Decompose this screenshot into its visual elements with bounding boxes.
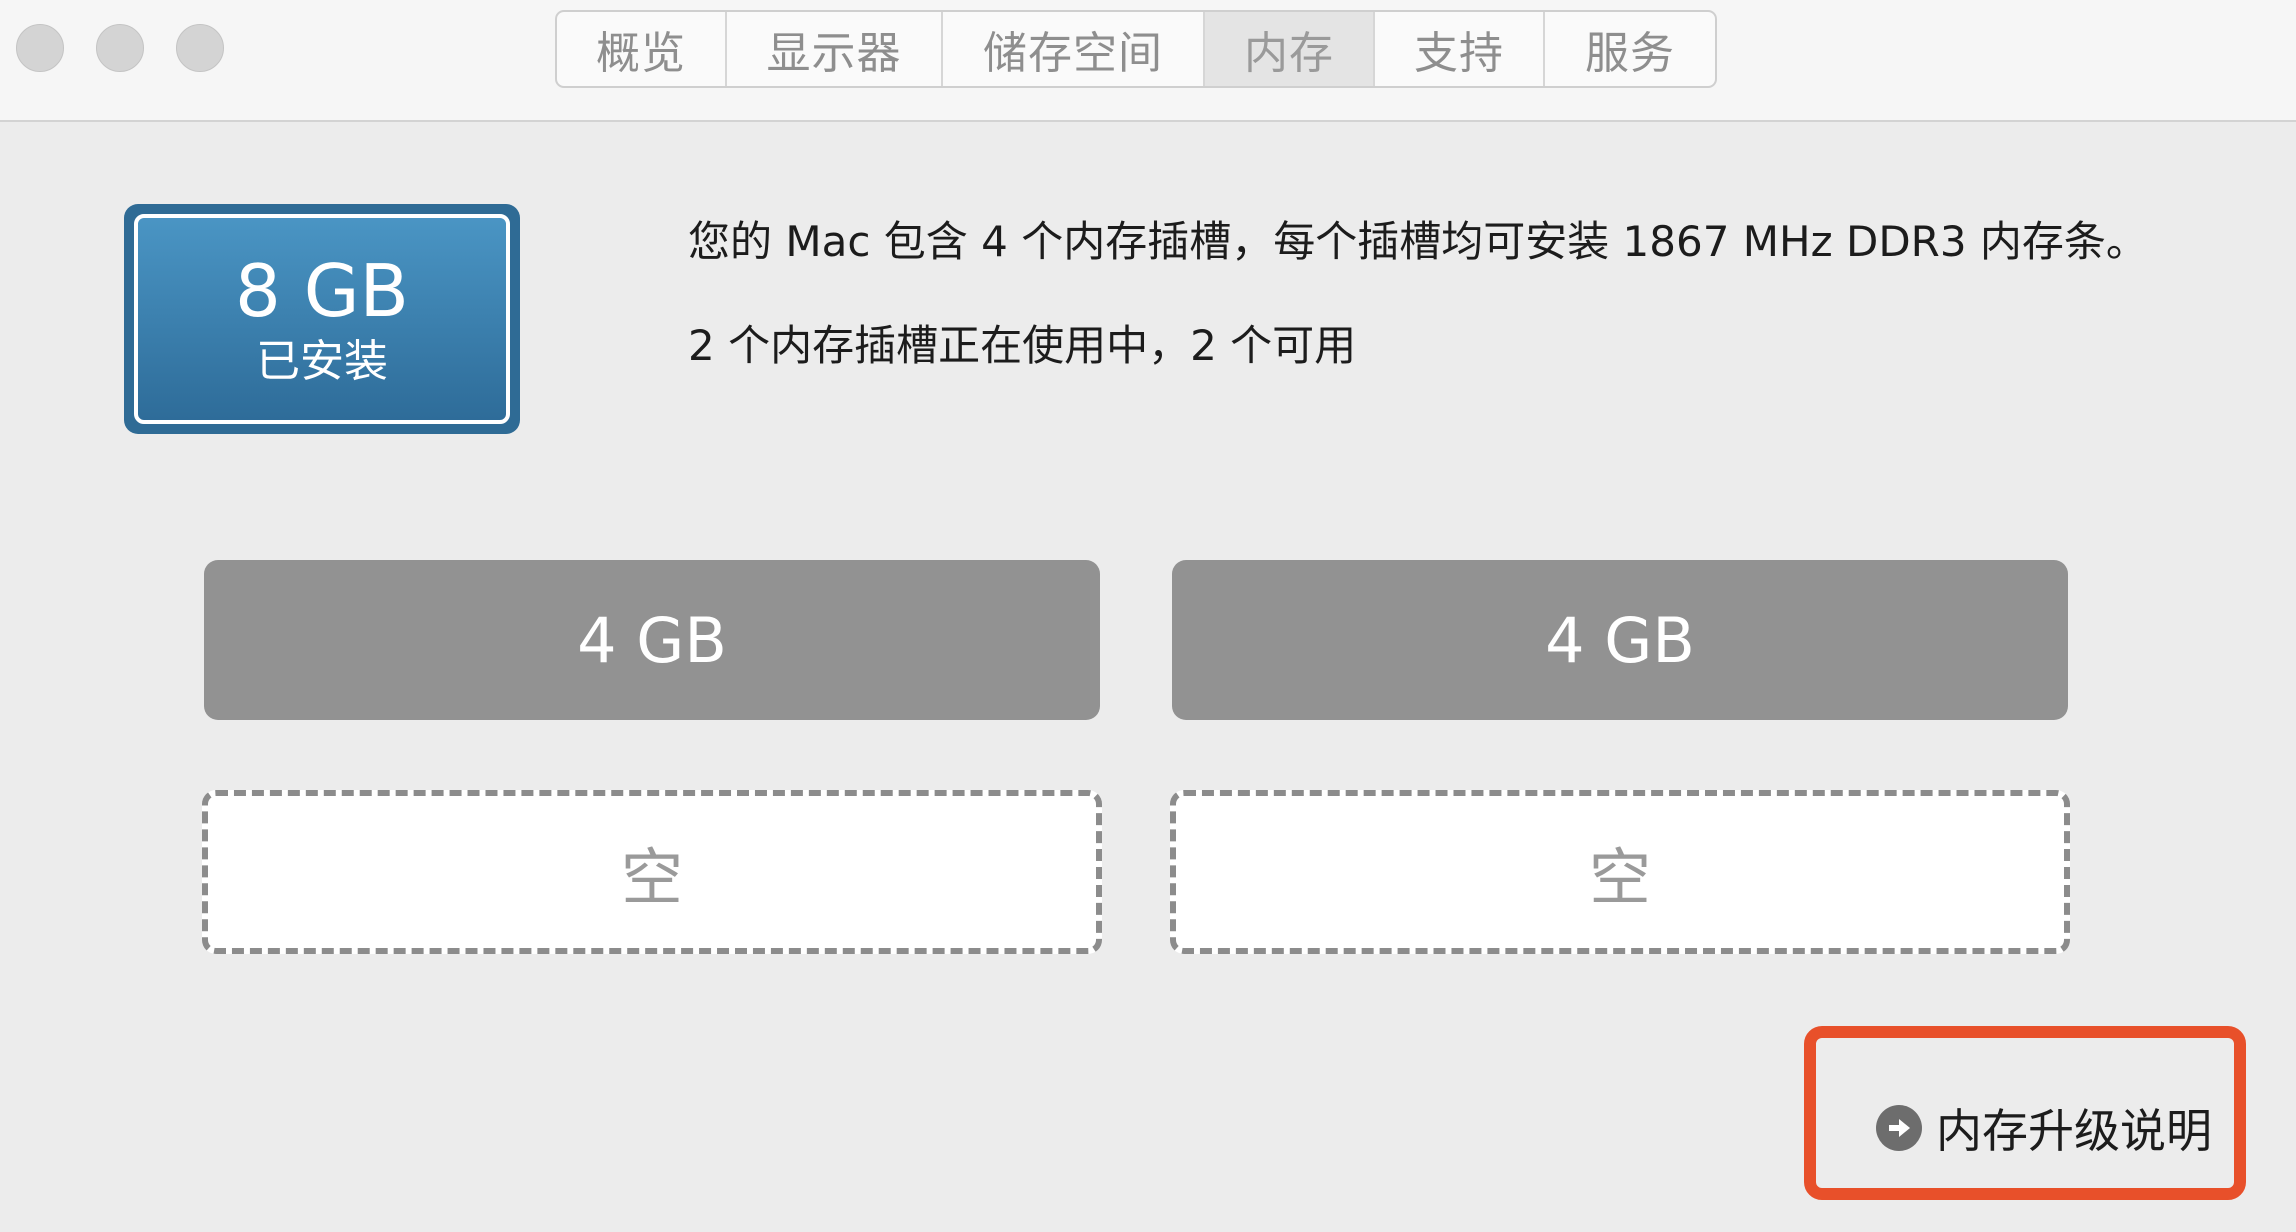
tab-support[interactable]: 支持: [1375, 12, 1545, 86]
installed-memory-label: 已安装: [256, 336, 388, 387]
installed-memory-size: 8 GB: [235, 249, 409, 333]
tab-overview[interactable]: 概览: [557, 12, 727, 86]
installed-memory-card: 8 GB 已安装: [134, 214, 510, 424]
memory-slot-usage: 2 个内存插槽正在使用中，2 个可用: [688, 321, 1357, 370]
tab-memory[interactable]: 内存: [1205, 12, 1375, 86]
minimize-window-button[interactable]: [96, 24, 144, 72]
installed-memory-badge: 8 GB 已安装: [124, 204, 520, 434]
tab-displays[interactable]: 显示器: [727, 12, 943, 86]
arrow-circle-right-icon: [1876, 1105, 1922, 1151]
memory-slot-2: 4 GB: [1172, 560, 2068, 720]
zoom-window-button[interactable]: [176, 24, 224, 72]
memory-upgrade-instructions-label: 内存升级说明: [1936, 1104, 2212, 1158]
window-titlebar: 概览 显示器 储存空间 内存 支持 服务: [0, 0, 2296, 122]
memory-slot-1: 4 GB: [204, 560, 1100, 720]
close-window-button[interactable]: [16, 24, 64, 72]
memory-upgrade-instructions-link[interactable]: 内存升级说明: [1876, 1098, 2212, 1158]
memory-slot-3: 空: [202, 790, 1102, 954]
memory-slot-4: 空: [1170, 790, 2070, 954]
tab-service[interactable]: 服务: [1545, 12, 1715, 86]
memory-slot-description: 您的 Mac 包含 4 个内存插槽，每个插槽均可安装 1867 MHz DDR3…: [688, 217, 2148, 266]
section-tabs: 概览 显示器 储存空间 内存 支持 服务: [555, 10, 1717, 88]
tab-storage[interactable]: 储存空间: [943, 12, 1205, 86]
